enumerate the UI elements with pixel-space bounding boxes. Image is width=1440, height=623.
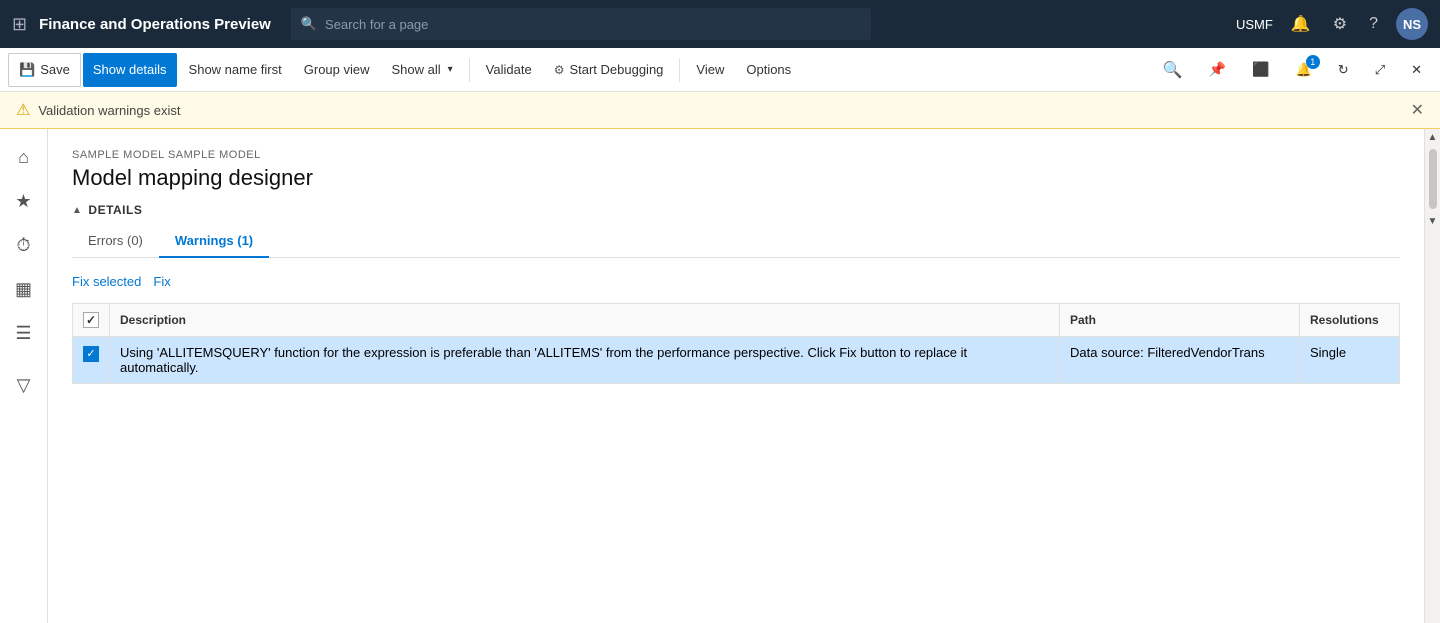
sidebar-favorites-button[interactable]: ★ — [4, 181, 44, 221]
toolbar-open-new-window-button[interactable]: ⤢ — [1365, 53, 1395, 87]
search-bar[interactable]: 🔍 — [291, 8, 871, 40]
table-header-resolutions: Resolutions — [1300, 304, 1400, 337]
options-button[interactable]: Options — [736, 53, 801, 87]
row-path: Data source: FilteredVendorTrans — [1060, 337, 1300, 384]
toolbar-search-button[interactable]: 🔍 — [1153, 53, 1193, 87]
toolbar-expand-button[interactable]: ⬛ — [1242, 53, 1279, 87]
start-debugging-button[interactable]: ⚙ Start Debugging — [544, 53, 674, 87]
show-all-dropdown-arrow: ▾ — [448, 64, 453, 75]
details-section-header[interactable]: ▲ DETAILS — [72, 203, 1400, 217]
row-resolutions: Single — [1300, 337, 1400, 384]
main-layout: ⌂ ★ ⏱ ▦ ☰ ▽ SAMPLE MODEL SAMPLE MODEL Mo… — [0, 129, 1440, 623]
apps-grid-icon[interactable]: ⊞ — [12, 14, 27, 35]
warning-banner-close-button[interactable]: ✕ — [1411, 100, 1424, 120]
table-row[interactable]: ✓ Using 'ALLITEMSQUERY' function for the… — [73, 337, 1400, 384]
search-icon: 🔍 — [301, 16, 317, 32]
toolbar-divider-1 — [469, 58, 470, 82]
page-header: SAMPLE MODEL SAMPLE MODEL Model mapping … — [48, 129, 1424, 203]
notification-count-badge: 1 — [1306, 55, 1320, 69]
tabs-container: Errors (0) Warnings (1) — [72, 225, 1400, 258]
view-button[interactable]: View — [686, 53, 734, 87]
save-button[interactable]: 💾 Save — [8, 53, 81, 87]
tab-warnings[interactable]: Warnings (1) — [159, 225, 269, 258]
table-header-description: Description — [110, 304, 1060, 337]
table-header-check: ✓ — [73, 304, 110, 337]
toolbar-refresh-button[interactable]: ↻ — [1328, 53, 1359, 87]
scroll-up-button[interactable]: ▲ — [1425, 129, 1440, 145]
warnings-table: ✓ Description Path Resolutions ✓ Using '… — [72, 303, 1400, 384]
show-details-button[interactable]: Show details — [83, 53, 177, 87]
fix-button[interactable]: Fix — [153, 270, 170, 293]
warning-triangle-icon: ⚠ — [16, 100, 30, 120]
toolbar-pin-button[interactable]: 📌 — [1199, 53, 1236, 87]
warning-banner: ⚠ Validation warnings exist ✕ — [0, 92, 1440, 129]
warning-banner-text: Validation warnings exist — [38, 103, 180, 118]
collapse-arrow-icon: ▲ — [72, 205, 82, 216]
select-all-checkbox[interactable]: ✓ — [83, 312, 99, 328]
row-description: Using 'ALLITEMSQUERY' function for the e… — [110, 337, 1060, 384]
content-area: SAMPLE MODEL SAMPLE MODEL Model mapping … — [48, 129, 1424, 623]
page-title: Model mapping designer — [72, 165, 1400, 191]
details-section-label: DETAILS — [88, 203, 142, 217]
company-code: USMF — [1236, 17, 1273, 32]
validate-button[interactable]: Validate — [476, 53, 542, 87]
search-input[interactable] — [325, 17, 861, 32]
scroll-down-button[interactable]: ▼ — [1425, 213, 1440, 229]
notifications-button[interactable]: 🔔 — [1287, 10, 1315, 38]
top-nav-bar: ⊞ Finance and Operations Preview 🔍 USMF … — [0, 0, 1440, 48]
fix-selected-button[interactable]: Fix selected — [72, 270, 141, 293]
scroll-thumb[interactable] — [1429, 149, 1437, 209]
sidebar-recent-button[interactable]: ⏱ — [4, 225, 44, 265]
show-name-first-button[interactable]: Show name first — [179, 53, 292, 87]
user-avatar[interactable]: NS — [1396, 8, 1428, 40]
toolbar: 💾 Save Show details Show name first Grou… — [0, 48, 1440, 92]
table-header-path: Path — [1060, 304, 1300, 337]
sidebar-filter-button[interactable]: ▽ — [4, 365, 44, 405]
toolbar-divider-2 — [679, 58, 680, 82]
right-scrollbar: ▲ ▼ — [1424, 129, 1440, 623]
group-view-button[interactable]: Group view — [294, 53, 380, 87]
tab-errors[interactable]: Errors (0) — [72, 225, 159, 258]
sidebar-workspace-button[interactable]: ▦ — [4, 269, 44, 309]
nav-right-controls: USMF 🔔 ⚙ ? NS — [1236, 8, 1428, 40]
details-section: ▲ DETAILS Errors (0) Warnings (1) Fix se… — [48, 203, 1424, 384]
save-icon: 💾 — [19, 62, 35, 78]
row-checkbox-cell[interactable]: ✓ — [73, 337, 110, 384]
breadcrumb: SAMPLE MODEL SAMPLE MODEL — [72, 149, 1400, 161]
debug-icon: ⚙ — [554, 63, 565, 77]
help-button[interactable]: ? — [1365, 11, 1382, 37]
notifications-badge-button[interactable]: 🔔 1 — [1286, 53, 1322, 87]
left-sidebar: ⌂ ★ ⏱ ▦ ☰ ▽ — [0, 129, 48, 623]
show-all-button[interactable]: Show all ▾ — [382, 53, 463, 87]
sidebar-home-button[interactable]: ⌂ — [4, 137, 44, 177]
sidebar-modules-button[interactable]: ☰ — [4, 313, 44, 353]
toolbar-close-button[interactable]: ✕ — [1401, 53, 1432, 87]
fix-actions: Fix selected Fix — [72, 270, 1400, 293]
settings-button[interactable]: ⚙ — [1329, 10, 1351, 38]
row-checkbox[interactable]: ✓ — [83, 346, 99, 362]
app-title: Finance and Operations Preview — [39, 16, 271, 33]
